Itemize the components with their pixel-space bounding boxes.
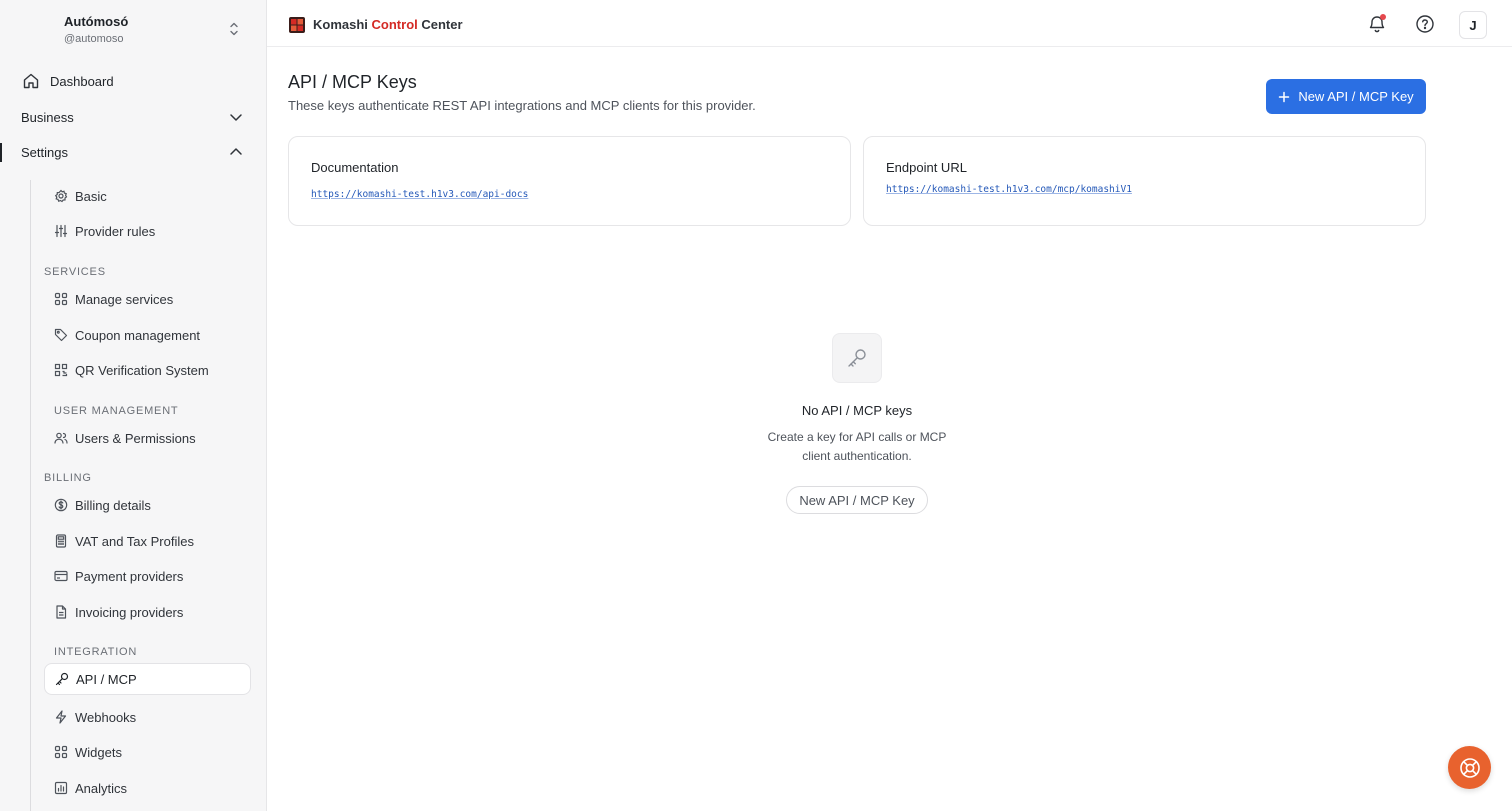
help-chat-button[interactable] [1448, 746, 1491, 789]
chevron-down-icon [230, 114, 242, 121]
sidebar-item-users-permissions[interactable]: Users & Permissions [44, 422, 251, 454]
account-handle: @automoso [64, 33, 124, 45]
dollar-circle-icon [54, 498, 68, 512]
endpoint-card: Endpoint URL https://komashi-test.h1v3.c… [863, 136, 1426, 226]
nav-settings[interactable]: Settings [0, 137, 266, 167]
brand-part-1: Komashi [313, 17, 368, 32]
section-label-integration: INTEGRATION [54, 646, 138, 658]
topbar: Komashi Control Center [267, 0, 1512, 47]
nav-business[interactable]: Business [0, 102, 266, 132]
documentation-card: Documentation https://komashi-test.h1v3.… [288, 136, 851, 226]
sidebar-item-api-mcp[interactable]: API / MCP [44, 663, 251, 695]
sidebar-item-widgets-label: Widgets [75, 744, 122, 760]
sidebar-item-manage-services-label: Manage services [75, 291, 174, 307]
sidebar-item-users-permissions-label: Users & Permissions [75, 430, 196, 446]
chevron-up-icon [230, 148, 242, 155]
sidebar-item-billing-details-label: Billing details [75, 497, 151, 513]
credit-card-icon [54, 570, 68, 582]
lightning-icon [55, 710, 67, 724]
sidebar-item-api-mcp-label: API / MCP [76, 671, 137, 687]
sidebar-item-qr-verification-label: QR Verification System [75, 362, 209, 378]
help-circle-icon [1459, 757, 1480, 778]
section-label-user-management: USER MANAGEMENT [54, 405, 179, 417]
endpoint-card-title: Endpoint URL [886, 160, 967, 175]
sidebar-item-invoicing-providers-label: Invoicing providers [75, 604, 184, 620]
tag-icon [54, 328, 68, 342]
page-subtitle: These keys authenticate REST API integra… [288, 98, 756, 113]
sidebar-item-provider-rules-label: Provider rules [75, 223, 156, 239]
account-switcher[interactable]: Autómosó @automoso [64, 14, 128, 45]
plus-icon [1279, 91, 1290, 102]
documentation-link[interactable]: https://komashi-test.h1v3.com/api-docs [311, 189, 528, 200]
sidebar-item-basic-label: Basic [75, 188, 107, 204]
home-icon [23, 73, 39, 89]
nav-settings-label: Settings [21, 144, 68, 160]
section-label-services: SERVICES [44, 266, 106, 278]
new-api-key-button-label: New API / MCP Key [1298, 89, 1414, 104]
empty-state-description: Create a key for API calls or MCP client… [767, 430, 947, 463]
brand-part-3: Center [421, 17, 463, 32]
brand-part-2: Control [371, 17, 418, 32]
endpoint-url-link[interactable]: https://komashi-test.h1v3.com/mcp/komash… [886, 184, 1132, 195]
grid-icon [54, 292, 68, 306]
document-icon [56, 605, 67, 619]
brand-logo-icon [289, 17, 305, 33]
sidebar-item-vat-tax-label: VAT and Tax Profiles [75, 533, 194, 549]
grid-icon [54, 745, 68, 759]
chevrons-up-down-icon[interactable] [227, 20, 241, 38]
nav-dashboard[interactable]: Dashboard [0, 66, 266, 96]
empty-state-icon-box [832, 333, 882, 383]
gear-icon [54, 189, 68, 203]
sidebar-item-qr-verification[interactable]: QR Verification System [44, 354, 251, 386]
calculator-icon [55, 534, 67, 548]
sidebar-item-invoicing-providers[interactable]: Invoicing providers [44, 596, 251, 628]
empty-state-new-key-button[interactable]: New API / MCP Key [786, 486, 928, 514]
help-circle-icon[interactable] [1415, 14, 1435, 34]
sidebar-item-billing-details[interactable]: Billing details [44, 489, 251, 521]
qr-icon [54, 363, 68, 377]
new-api-key-button[interactable]: New API / MCP Key [1266, 79, 1426, 114]
sidebar-item-coupon-management-label: Coupon management [75, 327, 201, 343]
sidebar-item-analytics-label: Analytics [75, 780, 128, 796]
sidebar-item-widgets[interactable]: Widgets [44, 736, 251, 768]
submenu-tree-line [30, 180, 31, 811]
sidebar-item-vat-tax[interactable]: VAT and Tax Profiles [44, 525, 251, 557]
documentation-card-title: Documentation [311, 160, 399, 175]
notification-dot [1380, 14, 1386, 20]
chart-icon [54, 781, 68, 795]
section-label-billing: BILLING [44, 472, 92, 484]
sidebar-item-payment-providers-label: Payment providers [75, 568, 184, 584]
sidebar-item-analytics[interactable]: Analytics [44, 772, 251, 804]
sidebar-item-provider-rules[interactable]: Provider rules [44, 215, 251, 247]
account-name: Autómosó [64, 14, 129, 29]
sliders-icon [54, 224, 68, 238]
sidebar-item-basic[interactable]: Basic [44, 180, 251, 212]
sidebar-item-coupon-management[interactable]: Coupon management [44, 319, 251, 351]
sidebar: Autómosó @automoso Dashboard Business Se… [0, 0, 267, 811]
nav-business-label: Business [21, 109, 74, 125]
nav-dashboard-label: Dashboard [50, 73, 114, 89]
key-icon [55, 672, 69, 686]
users-icon [54, 432, 68, 444]
sidebar-item-payment-providers[interactable]: Payment providers [44, 560, 251, 592]
brand-name: Komashi Control Center [313, 17, 463, 32]
user-avatar[interactable]: J [1459, 11, 1487, 39]
sidebar-item-manage-services[interactable]: Manage services [44, 283, 251, 315]
empty-state-title: No API / MCP keys [801, 403, 913, 418]
sidebar-item-webhooks-label: Webhooks [75, 709, 137, 725]
key-icon [848, 349, 866, 367]
sidebar-item-webhooks[interactable]: Webhooks [44, 701, 251, 733]
page-title: API / MCP Keys [288, 72, 417, 92]
